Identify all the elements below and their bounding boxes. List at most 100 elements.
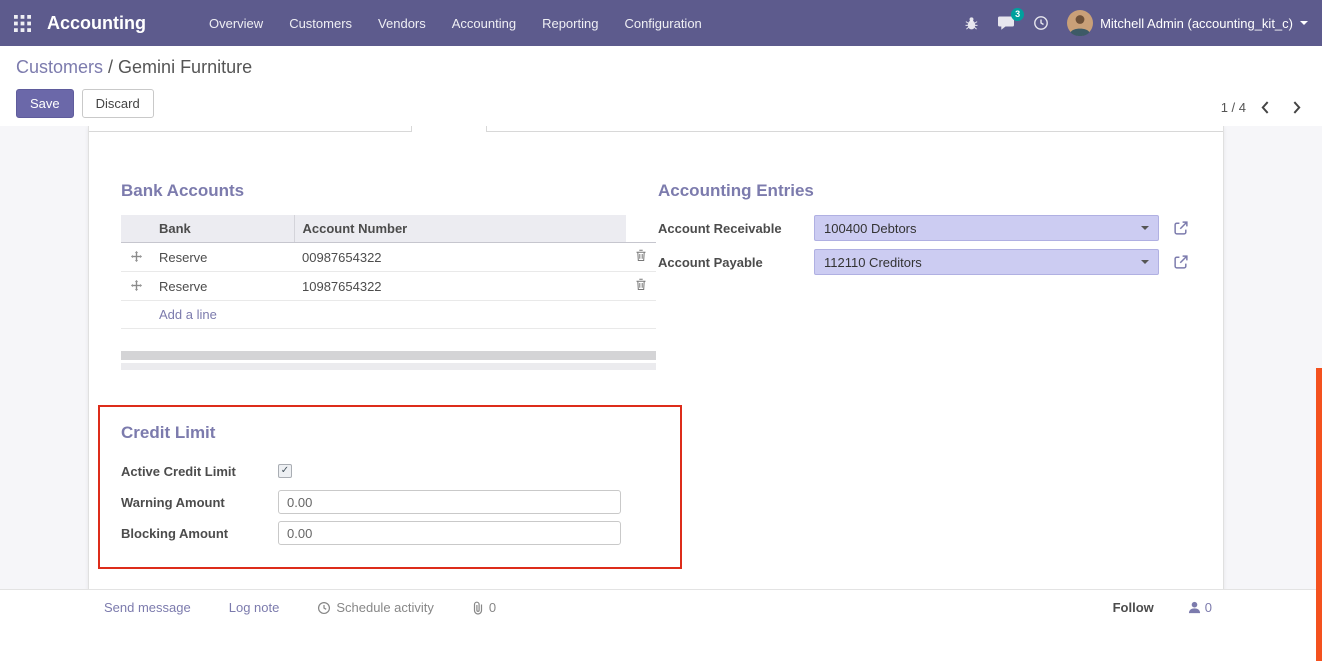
account-receivable-field-row: Account Receivable 100400 Debtors [658, 215, 1203, 241]
bank-column-header[interactable]: Bank [151, 215, 294, 243]
bug-icon[interactable] [964, 16, 979, 31]
person-icon [1188, 601, 1201, 614]
avatar [1067, 10, 1093, 36]
breadcrumb-customers[interactable]: Customers [16, 57, 103, 77]
account-receivable-label: Account Receivable [658, 221, 814, 236]
control-panel: Customers / Gemini Furniture Save Discar… [0, 46, 1322, 126]
attachments-count: 0 [489, 600, 496, 615]
control-panel-buttons: Save Discard [16, 89, 1306, 118]
bank-cell[interactable]: Reserve [151, 272, 294, 301]
clock-icon [317, 601, 331, 615]
account-number-cell[interactable]: 00987654322 [294, 243, 626, 272]
chevron-left-icon [1261, 101, 1270, 114]
dropdown-caret-icon [1141, 226, 1149, 234]
followers-count: 0 [1205, 600, 1212, 615]
account-receivable-select[interactable]: 100400 Debtors [814, 215, 1159, 241]
drag-handle-icon[interactable] [121, 243, 151, 272]
warning-amount-row: Warning Amount [121, 490, 680, 514]
bank-accounts-table: Bank Account Number Reserve [121, 215, 656, 329]
apps-menu-icon[interactable] [14, 15, 31, 32]
dropdown-caret-icon [1141, 260, 1149, 268]
user-menu[interactable]: Mitchell Admin (accounting_kit_c) [1067, 10, 1308, 36]
bank-account-row[interactable]: Reserve 10987654322 [121, 272, 656, 301]
account-number-cell[interactable]: 10987654322 [294, 272, 626, 301]
navbar-right: 3 Mitchell Admin (accounting_kit_c) [964, 10, 1308, 36]
breadcrumb-current: Gemini Furniture [118, 57, 252, 77]
spacer [121, 301, 151, 329]
active-credit-limit-row: Active Credit Limit ✓ [121, 459, 680, 483]
nav-accounting[interactable]: Accounting [441, 10, 527, 37]
nav-customers[interactable]: Customers [278, 10, 363, 37]
followers-button[interactable]: 0 [1188, 600, 1212, 615]
blocking-amount-input[interactable] [278, 521, 621, 545]
nav-configuration[interactable]: Configuration [613, 10, 712, 37]
accounting-entries-title: Accounting Entries [658, 181, 1203, 201]
breadcrumb: Customers / Gemini Furniture [16, 57, 1306, 78]
account-payable-field-row: Account Payable 112110 Creditors [658, 249, 1203, 275]
active-credit-limit-checkbox[interactable]: ✓ [278, 464, 292, 478]
trash-icon [635, 249, 647, 262]
breadcrumb-separator: / [103, 57, 118, 77]
account-receivable-value: 100400 Debtors [824, 221, 917, 236]
pager-previous-button[interactable] [1254, 98, 1277, 117]
account-number-column-header[interactable]: Account Number [294, 215, 626, 243]
handle-column-header [121, 215, 151, 243]
bank-cell[interactable]: Reserve [151, 243, 294, 272]
nav-overview[interactable]: Overview [198, 10, 274, 37]
bank-account-row[interactable]: Reserve 00987654322 [121, 243, 656, 272]
schedule-activity-label: Schedule activity [336, 600, 434, 615]
add-line-row: Add a line [121, 301, 656, 329]
notebook-tabs-divider [89, 131, 1223, 132]
account-payable-select[interactable]: 112110 Creditors [814, 249, 1159, 275]
active-credit-limit-label: Active Credit Limit [121, 464, 278, 479]
pager-next-button[interactable] [1285, 98, 1308, 117]
app-brand[interactable]: Accounting [47, 13, 146, 34]
delete-column-header [626, 215, 656, 243]
horizontal-scrollbar[interactable] [121, 351, 656, 360]
drag-handle-icon[interactable] [121, 272, 151, 301]
bank-table-header-row: Bank Account Number [121, 215, 656, 243]
nav-reporting[interactable]: Reporting [531, 10, 609, 37]
messages-badge: 3 [1011, 8, 1024, 21]
attachments-button[interactable]: 0 [472, 600, 496, 615]
pager-counter: 1 / 4 [1221, 100, 1246, 115]
add-a-line-link[interactable]: Add a line [159, 307, 217, 322]
discard-button[interactable]: Discard [82, 89, 154, 118]
blocking-amount-label: Blocking Amount [121, 526, 278, 541]
trash-icon [635, 278, 647, 291]
horizontal-scrollbar-track [121, 363, 656, 370]
external-link-icon[interactable] [1173, 254, 1189, 270]
vertical-scrollbar-thumb[interactable] [1316, 368, 1322, 661]
chevron-right-icon [1292, 101, 1301, 114]
activities-clock-icon[interactable] [1033, 15, 1049, 31]
main-menu: Overview Customers Vendors Accounting Re… [198, 10, 713, 37]
bank-accounts-group: Bank Accounts Bank Account Number [121, 181, 656, 370]
blocking-amount-row: Blocking Amount [121, 521, 680, 545]
record-pager: 1 / 4 [1221, 98, 1308, 117]
external-link-icon[interactable] [1173, 220, 1189, 236]
account-payable-value: 112110 Creditors [824, 255, 922, 270]
nav-vendors[interactable]: Vendors [367, 10, 437, 37]
warning-amount-input[interactable] [278, 490, 621, 514]
log-note-button[interactable]: Log note [229, 600, 280, 615]
schedule-activity-button[interactable]: Schedule activity [317, 600, 434, 615]
credit-limit-highlight-box: Credit Limit Active Credit Limit ✓ Warni… [98, 405, 682, 569]
top-navbar: Accounting Overview Customers Vendors Ac… [0, 0, 1322, 46]
save-button[interactable]: Save [16, 89, 74, 118]
delete-row-button[interactable] [626, 243, 656, 272]
user-name: Mitchell Admin (accounting_kit_c) [1100, 16, 1293, 31]
messages-icon[interactable]: 3 [997, 15, 1015, 31]
paperclip-icon [472, 601, 484, 615]
notebook-active-tab[interactable] [411, 126, 487, 132]
warning-amount-label: Warning Amount [121, 495, 278, 510]
bank-accounts-title: Bank Accounts [121, 181, 656, 201]
account-payable-label: Account Payable [658, 255, 814, 270]
follow-button[interactable]: Follow [1113, 600, 1154, 615]
checkmark-icon: ✓ [281, 466, 289, 476]
delete-row-button[interactable] [626, 272, 656, 301]
send-message-button[interactable]: Send message [104, 600, 191, 615]
form-sheet: Bank Accounts Bank Account Number [88, 126, 1224, 603]
chatter-bar: Send message Log note Schedule activity … [0, 589, 1322, 625]
accounting-entries-group: Accounting Entries Account Receivable 10… [658, 181, 1203, 283]
form-view: Bank Accounts Bank Account Number [0, 126, 1322, 625]
